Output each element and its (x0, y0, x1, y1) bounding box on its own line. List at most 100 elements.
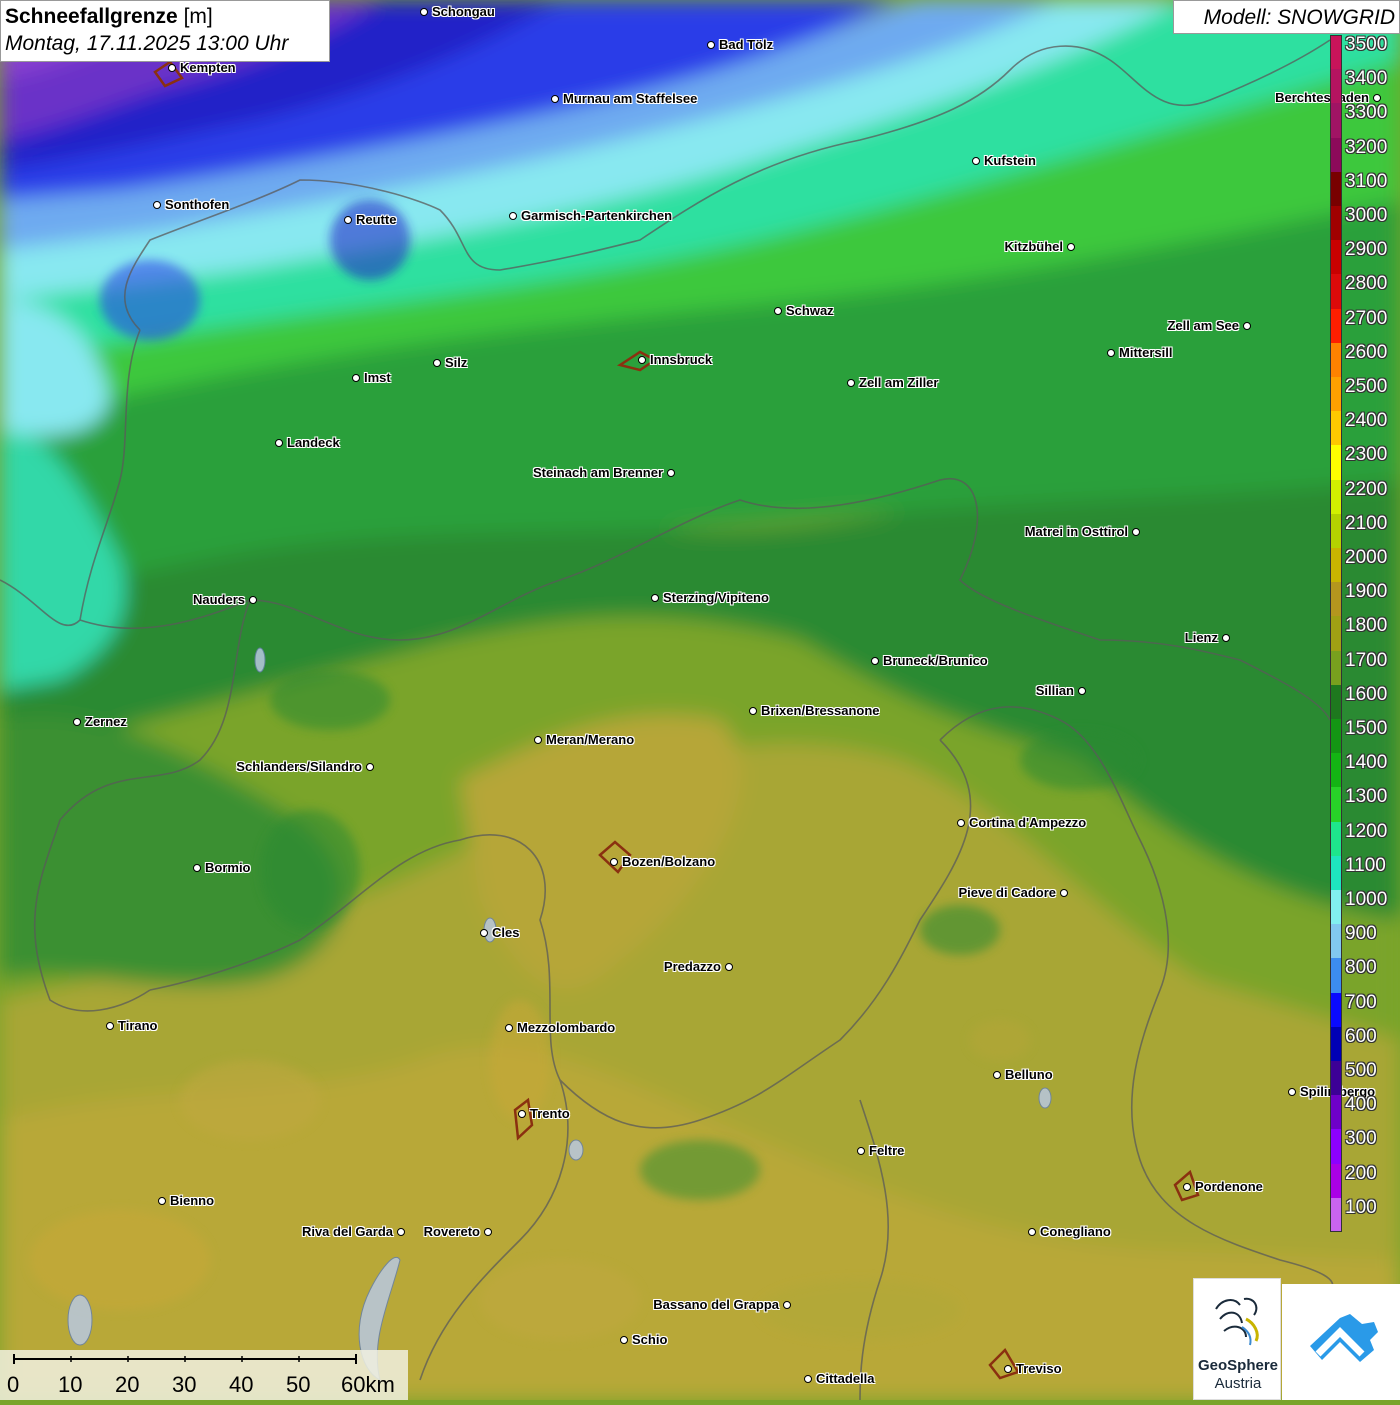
city-marker-icon[interactable] (1131, 527, 1140, 536)
city-label: Schongau (432, 4, 495, 19)
city-label: Innsbruck (650, 352, 713, 367)
city-marker-icon[interactable] (533, 735, 542, 744)
city-label: Mittersill (1119, 345, 1173, 360)
city-label: Sterzing/Vipiteno (663, 590, 769, 605)
legend-label: 2800 (1345, 273, 1388, 295)
city-marker-icon[interactable] (992, 1070, 1001, 1079)
city-label: Garmisch-Partenkirchen (521, 208, 673, 223)
city-label: Cittadella (816, 1371, 875, 1386)
city-marker-icon[interactable] (508, 211, 517, 220)
geosphere-logo-text: GeoSphere (1197, 1357, 1279, 1374)
city-marker-icon[interactable] (483, 1227, 492, 1236)
city-label: Bienno (170, 1193, 215, 1208)
legend-label: 2600 (1345, 341, 1388, 363)
city-marker-icon[interactable] (432, 358, 441, 367)
city-label: Treviso (1016, 1361, 1062, 1376)
scale-bar: 0 10 20 30 40 50 60km (0, 1350, 408, 1400)
legend-label: 1600 (1345, 683, 1388, 705)
legend-label: 2900 (1345, 239, 1388, 261)
city-marker-icon[interactable] (609, 857, 618, 866)
city-label: Kitzbühel (1004, 239, 1064, 254)
city-marker-icon[interactable] (1242, 321, 1251, 330)
legend-label: 1400 (1345, 752, 1388, 774)
city-marker-icon[interactable] (956, 818, 965, 827)
city-marker-icon[interactable] (773, 306, 782, 315)
city-marker-icon[interactable] (1027, 1227, 1036, 1236)
city-marker-icon[interactable] (1066, 242, 1075, 251)
city-marker-icon[interactable] (650, 593, 659, 602)
city-label: Zell am See (1167, 318, 1239, 333)
scale-label-20: 20 (115, 1372, 140, 1397)
city-marker-icon[interactable] (419, 7, 428, 16)
city-label: Cles (492, 925, 520, 940)
city-marker-icon[interactable] (1077, 686, 1086, 695)
city-marker-icon[interactable] (167, 63, 176, 72)
city-marker-icon[interactable] (479, 928, 488, 937)
city-label: Tirano (118, 1018, 158, 1033)
city-marker-icon[interactable] (706, 40, 715, 49)
city-label: Conegliano (1040, 1224, 1111, 1239)
legend-label: 600 (1345, 1025, 1377, 1047)
scale-label-30: 30 (172, 1372, 197, 1397)
city-label: Mezzolombardo (517, 1020, 616, 1035)
city-marker-icon[interactable] (846, 378, 855, 387)
city-marker-icon[interactable] (550, 94, 559, 103)
legend-label: 300 (1345, 1128, 1377, 1150)
city-marker-icon[interactable] (396, 1227, 405, 1236)
city-marker-icon[interactable] (1059, 888, 1068, 897)
city-marker-icon[interactable] (1003, 1364, 1012, 1373)
legend-label: 2100 (1345, 512, 1388, 534)
city-label: Reutte (356, 212, 397, 227)
city-marker-icon[interactable] (192, 863, 201, 872)
city-marker-icon[interactable] (1106, 348, 1115, 357)
city-marker-icon[interactable] (782, 1300, 791, 1309)
city-marker-icon[interactable] (274, 438, 283, 447)
legend-label: 2500 (1345, 376, 1388, 397)
city-marker-icon[interactable] (1221, 633, 1230, 642)
legend-label: 900 (1345, 923, 1377, 945)
geosphere-logo[interactable]: GeoSphere Austria (1193, 1278, 1281, 1400)
city-marker-icon[interactable] (248, 595, 257, 604)
geosphere-logo-icon (1215, 1297, 1259, 1346)
city-marker-icon[interactable] (517, 1109, 526, 1118)
city-label: Bruneck/Brunico (883, 653, 988, 668)
legend-label: 1700 (1345, 649, 1388, 671)
city-marker-icon[interactable] (157, 1196, 166, 1205)
city-label: Lienz (1184, 630, 1218, 645)
city-marker-icon[interactable] (152, 200, 161, 209)
city-marker-icon[interactable] (72, 717, 81, 726)
city-marker-icon[interactable] (870, 656, 879, 665)
city-marker-icon[interactable] (637, 355, 646, 364)
city-marker-icon[interactable] (343, 215, 352, 224)
city-label: Matrei in Osttirol (1024, 524, 1128, 539)
partner-logo[interactable] (1282, 1284, 1400, 1400)
city-marker-icon[interactable] (748, 706, 757, 715)
partner-logo-icon (1310, 1314, 1378, 1362)
city-marker-icon[interactable] (971, 156, 980, 165)
scale-label-10: 10 (58, 1372, 83, 1397)
city-label: Riva del Garda (301, 1224, 393, 1239)
city-marker-icon[interactable] (105, 1021, 114, 1030)
city-marker-icon[interactable] (1287, 1087, 1296, 1096)
city-label: Sillian (1035, 683, 1074, 698)
city-marker-icon[interactable] (504, 1023, 513, 1032)
city-marker-icon[interactable] (856, 1146, 865, 1155)
city-marker-icon[interactable] (351, 373, 360, 382)
legend-label: 800 (1345, 957, 1377, 979)
city-marker-icon[interactable] (803, 1374, 812, 1383)
legend-label: 200 (1345, 1162, 1377, 1184)
city-label: Cortina d'Ampezzo (969, 815, 1087, 830)
color-legend: 3500 3400 3300 3200 3100 3000 2900 2800 2700 2600… (1330, 35, 1400, 1233)
legend-label: 1500 (1345, 718, 1388, 739)
scale-label-0: 0 (7, 1372, 20, 1397)
city-label: Meran/Merano (546, 732, 635, 747)
legend-label: 400 (1345, 1094, 1377, 1116)
city-label: Bassano del Grappa (653, 1297, 779, 1312)
city-label: Bormio (205, 860, 251, 875)
legend-label: 2400 (1345, 410, 1388, 432)
city-marker-icon[interactable] (724, 962, 733, 971)
city-marker-icon[interactable] (619, 1335, 628, 1344)
city-marker-icon[interactable] (1182, 1182, 1191, 1191)
city-marker-icon[interactable] (666, 468, 675, 477)
city-marker-icon[interactable] (365, 762, 374, 771)
